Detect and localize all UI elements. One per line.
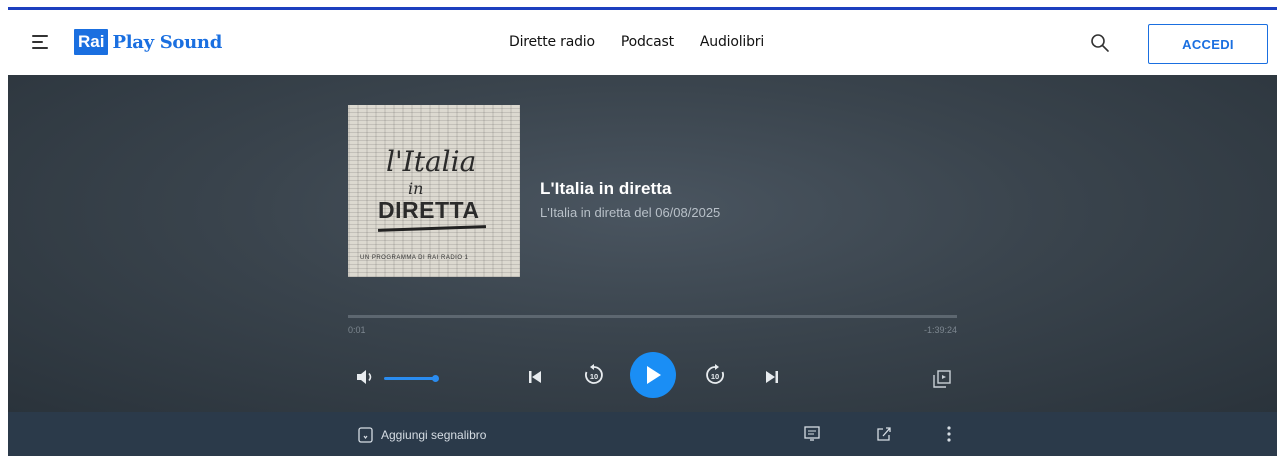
share-icon[interactable] [876,426,892,442]
nav-podcast[interactable]: Podcast [621,34,674,50]
cover-art[interactable]: l'Italia in DIRETTA UN PROGRAMMA DI RAI … [348,105,520,277]
queue-icon[interactable] [933,370,951,388]
logo-playsound: Play Sound [112,31,222,53]
site-header: Rai Play Sound Dirette radio Podcast Aud… [8,10,1277,75]
nav-dirette-radio[interactable]: Dirette radio [509,34,595,50]
logo[interactable]: Rai Play Sound [74,29,222,55]
login-button[interactable]: ACCEDI [1148,24,1268,64]
episode-title[interactable]: L'Italia in diretta [540,179,720,199]
more-icon[interactable] [946,425,952,443]
add-bookmark-button[interactable]: Aggiungi segnalibro [358,427,486,443]
bookmark-icon [358,427,373,443]
play-button[interactable] [630,352,676,398]
cover-line1: l'Italia [386,145,477,178]
cover-line2: in [408,179,424,198]
logo-rai: Rai [74,29,109,55]
time-elapsed: 0:01 [348,325,366,335]
episode-subtitle: L'Italia in diretta del 06/08/2025 [540,205,721,220]
episode-meta: L'Italia in diretta L'Italia in diretta … [540,179,720,220]
progress-bar[interactable] [348,315,957,318]
player: l'Italia in DIRETTA UN PROGRAMMA DI RAI … [8,75,1277,412]
volume-slider[interactable] [384,375,439,382]
menu-icon[interactable] [32,34,50,50]
svg-text:10: 10 [590,372,598,381]
main-nav: Dirette radio Podcast Audiolibri [509,34,790,50]
next-icon[interactable] [764,369,780,385]
bookmark-label: Aggiungi segnalibro [381,428,487,442]
top-accent [0,0,1285,10]
cover-line3: DIRETTA [378,197,480,223]
previous-icon[interactable] [527,369,543,385]
svg-text:10: 10 [711,372,719,381]
rewind-10-icon[interactable]: 10 [582,363,606,387]
transcript-icon[interactable] [804,426,820,442]
search-icon[interactable] [1090,33,1110,53]
play-icon [647,366,661,384]
forward-10-icon[interactable]: 10 [703,363,727,387]
nav-audiolibri[interactable]: Audiolibri [700,34,764,50]
bottom-bar: Aggiungi segnalibro [8,412,1277,456]
time-remaining: -1:39:24 [923,325,957,335]
volume-icon[interactable] [356,369,376,385]
cover-footer: UN PROGRAMMA DI RAI RADIO 1 [360,255,469,261]
